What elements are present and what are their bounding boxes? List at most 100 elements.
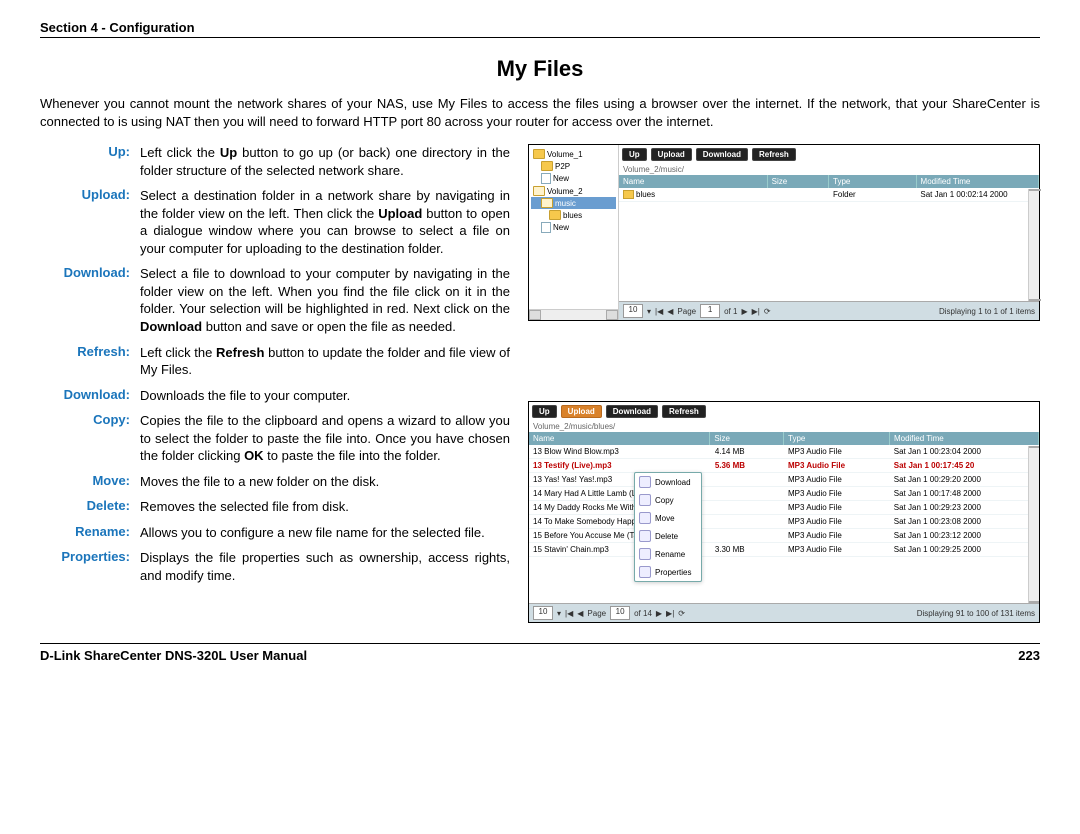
refresh-icon[interactable]: ⟳	[678, 609, 685, 618]
ctx-rename[interactable]: Rename	[635, 545, 701, 563]
definition-row: Download:Select a file to download to yo…	[40, 265, 510, 335]
next-page-icon[interactable]: ▶	[741, 307, 747, 316]
page-title: My Files	[40, 56, 1040, 82]
file-row[interactable]: 15 Before You Accuse Me (Take A Look).mp…	[529, 529, 1039, 543]
ctx-delete[interactable]: Delete	[635, 527, 701, 545]
delete-icon	[639, 530, 651, 542]
pager-display: Displaying 1 to 1 of 1 items	[939, 307, 1035, 316]
col-type[interactable]: Type	[829, 175, 917, 188]
definition-row: Move:Moves the file to a new folder on t…	[40, 473, 510, 491]
file-row[interactable]: 13 Testify (Live).mp35.36 MBMP3 Audio Fi…	[529, 459, 1039, 473]
screenshot-context-menu: Up Upload Download Refresh Volume_2/musi…	[528, 401, 1040, 623]
col-name[interactable]: Name	[619, 175, 768, 188]
file-table: Name Size Type Modified Time 13 Blow Win…	[529, 432, 1039, 603]
definition-term: Properties:	[40, 549, 140, 584]
definition-term: Move:	[40, 473, 140, 491]
refresh-icon[interactable]: ⟳	[764, 307, 771, 316]
file-row[interactable]: 14 My Daddy Rocks Me With OneMP3 Audio F…	[529, 501, 1039, 515]
file-row[interactable]: 14 To Make Somebody Happy.mpMP3 Audio Fi…	[529, 515, 1039, 529]
file-row[interactable]: blues Folder Sat Jan 1 00:02:14 2000	[619, 188, 1039, 202]
definition-description: Select a file to download to your comput…	[140, 265, 510, 335]
ctx-move[interactable]: Move	[635, 509, 701, 527]
definition-term: Download:	[40, 387, 140, 405]
definition-row: Download:Downloads the file to your comp…	[40, 387, 510, 405]
intro-paragraph: Whenever you cannot mount the network sh…	[40, 95, 1040, 130]
col-size[interactable]: Size	[710, 432, 784, 445]
definition-description: Left click the Refresh button to update …	[140, 344, 510, 379]
ctx-download[interactable]: Download	[635, 473, 701, 491]
vertical-scrollbar[interactable]	[1028, 189, 1039, 301]
download-button[interactable]: Download	[696, 148, 748, 161]
upload-button[interactable]: Upload	[651, 148, 692, 161]
definition-description: Displays the file properties such as own…	[140, 549, 510, 584]
definition-list: Up:Left click the Up button to go up (or…	[40, 144, 510, 592]
page-input[interactable]: 1	[700, 304, 720, 318]
definition-description: Left click the Up button to go up (or ba…	[140, 144, 510, 179]
folder-tree[interactable]: Volume_1 P2P New Volume_2 music blues Ne…	[529, 145, 619, 320]
definition-term: Copy:	[40, 412, 140, 465]
pager-display: Displaying 91 to 100 of 131 items	[917, 609, 1035, 618]
definition-description: Allows you to configure a new file name …	[140, 524, 510, 542]
col-modified[interactable]: Modified Time	[890, 432, 1039, 445]
download-button[interactable]: Download	[606, 405, 658, 418]
refresh-button[interactable]: Refresh	[752, 148, 796, 161]
folder-icon	[533, 149, 545, 159]
definition-description: Copies the file to the clipboard and ope…	[140, 412, 510, 465]
next-page-icon[interactable]: ▶	[656, 609, 662, 618]
file-icon	[541, 173, 551, 184]
move-icon	[639, 512, 651, 524]
tree-node[interactable]: Volume_1	[547, 150, 583, 159]
definition-row: Up:Left click the Up button to go up (or…	[40, 144, 510, 179]
tree-node[interactable]: blues	[563, 211, 582, 220]
definition-term: Delete:	[40, 498, 140, 516]
tree-node[interactable]: New	[553, 223, 569, 232]
tree-node[interactable]: P2P	[555, 162, 570, 171]
definition-term: Refresh:	[40, 344, 140, 379]
definition-description: Select a destination folder in a network…	[140, 187, 510, 257]
first-page-icon[interactable]: |◀	[565, 609, 573, 618]
file-row[interactable]: 13 Blow Wind Blow.mp34.14 MBMP3 Audio Fi…	[529, 445, 1039, 459]
definition-description: Downloads the file to your computer.	[140, 387, 510, 405]
refresh-button[interactable]: Refresh	[662, 405, 706, 418]
tree-node[interactable]: Volume_2	[547, 187, 583, 196]
pager: 10 ▾ |◀ ◀ Page 10 of 14 ▶ ▶| ⟳ Displayin…	[529, 603, 1039, 622]
tree-node[interactable]: New	[553, 174, 569, 183]
upload-button[interactable]: Upload	[561, 405, 602, 418]
page-footer: D-Link ShareCenter DNS-320L User Manual …	[40, 643, 1040, 663]
vertical-scrollbar[interactable]	[1028, 446, 1039, 603]
ctx-copy[interactable]: Copy	[635, 491, 701, 509]
page-size-select[interactable]: 10	[623, 304, 643, 318]
definition-row: Upload:Select a destination folder in a …	[40, 187, 510, 257]
col-type[interactable]: Type	[784, 432, 890, 445]
col-modified[interactable]: Modified Time	[917, 175, 1039, 188]
up-button[interactable]: Up	[532, 405, 557, 418]
folder-open-icon	[541, 198, 553, 208]
prev-page-icon[interactable]: ◀	[667, 307, 673, 316]
ctx-properties[interactable]: Properties	[635, 563, 701, 581]
file-row[interactable]: 14 Mary Had A Little Lamb (Live).mMP3 Au…	[529, 487, 1039, 501]
col-name[interactable]: Name	[529, 432, 710, 445]
page-input[interactable]: 10	[610, 606, 630, 620]
manual-title: D-Link ShareCenter DNS-320L User Manual	[40, 648, 307, 663]
up-button[interactable]: Up	[622, 148, 647, 161]
rename-icon	[639, 548, 651, 560]
tree-node-selected[interactable]: music	[555, 199, 576, 208]
prev-page-icon[interactable]: ◀	[577, 609, 583, 618]
first-page-icon[interactable]: |◀	[655, 307, 663, 316]
file-table: Name Size Type Modified Time blues Folde…	[619, 175, 1039, 301]
folder-icon	[549, 210, 561, 220]
horizontal-scrollbar[interactable]	[529, 309, 618, 320]
page-size-select[interactable]: 10	[533, 606, 553, 620]
col-size[interactable]: Size	[768, 175, 829, 188]
chevron-down-icon[interactable]: ▾	[557, 609, 561, 618]
definition-row: Properties:Displays the file properties …	[40, 549, 510, 584]
file-row[interactable]: 13 Yas! Yas! Yas!.mp3MP3 Audio FileSat J…	[529, 473, 1039, 487]
definition-term: Rename:	[40, 524, 140, 542]
last-page-icon[interactable]: ▶|	[666, 609, 674, 618]
file-row[interactable]: 15 Stavin' Chain.mp33.30 MBMP3 Audio Fil…	[529, 543, 1039, 557]
chevron-down-icon[interactable]: ▾	[647, 307, 651, 316]
last-page-icon[interactable]: ▶|	[752, 307, 760, 316]
section-header: Section 4 - Configuration	[40, 20, 1040, 38]
file-icon	[541, 222, 551, 233]
screenshot-folder-view: Volume_1 P2P New Volume_2 music blues Ne…	[528, 144, 1040, 321]
